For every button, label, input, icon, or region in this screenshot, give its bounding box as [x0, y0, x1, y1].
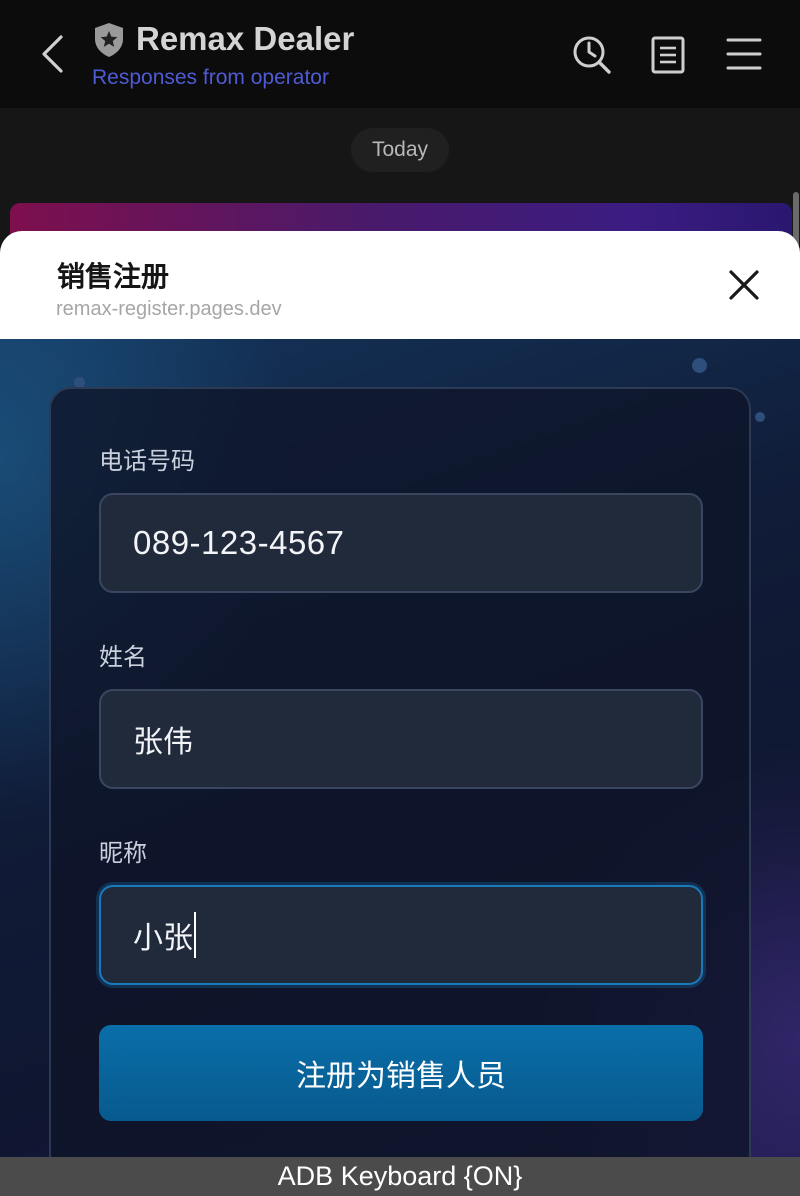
close-icon: [729, 270, 759, 300]
registration-page: 电话号码 089-123-4567 姓名 张伟 昵称 小张 注册为销售人员: [0, 339, 800, 1161]
text-cursor: [194, 912, 196, 958]
register-button[interactable]: 注册为销售人员: [99, 1025, 703, 1121]
app-screen: Remax Dealer Responses from operator Tod…: [0, 0, 800, 1196]
nickname-input[interactable]: 小张: [99, 885, 703, 985]
history-search-icon: [573, 36, 611, 74]
registration-form: 电话号码 089-123-4567 姓名 张伟 昵称 小张 注册为销售人员: [49, 387, 751, 1161]
menu-icon: [726, 38, 762, 70]
chat-header: Remax Dealer Responses from operator: [0, 0, 800, 108]
notes-button[interactable]: [646, 30, 690, 78]
name-label: 姓名: [99, 643, 147, 671]
date-divider: Today: [351, 128, 449, 172]
decorative-dot: [755, 412, 765, 422]
sheet-header: 销售注册 remax-register.pages.dev: [0, 231, 800, 339]
keyboard-status-bar: ADB Keyboard {ON}: [0, 1157, 800, 1196]
sheet-title: 销售注册: [57, 260, 170, 293]
phone-input[interactable]: 089-123-4567: [99, 493, 703, 593]
history-search-button[interactable]: [570, 30, 614, 78]
decorative-dot: [692, 358, 707, 373]
document-icon: [651, 36, 685, 74]
chat-subtitle: Responses from operator: [92, 66, 329, 89]
phone-label: 电话号码: [99, 447, 195, 475]
name-value: 张伟: [133, 725, 193, 760]
menu-button[interactable]: [722, 30, 766, 78]
back-button[interactable]: [36, 30, 76, 78]
nickname-value: 小张: [133, 921, 193, 956]
chat-title: Remax Dealer: [136, 20, 355, 57]
webview-sheet: 销售注册 remax-register.pages.dev 电话号码 089-1…: [0, 231, 800, 1161]
sheet-url: remax-register.pages.dev: [56, 298, 282, 320]
nickname-label: 昵称: [99, 839, 147, 867]
shield-star-icon: [93, 22, 125, 58]
close-button[interactable]: [722, 263, 766, 307]
phone-value: 089-123-4567: [133, 524, 345, 561]
chevron-left-icon: [42, 35, 63, 73]
name-input[interactable]: 张伟: [99, 689, 703, 789]
